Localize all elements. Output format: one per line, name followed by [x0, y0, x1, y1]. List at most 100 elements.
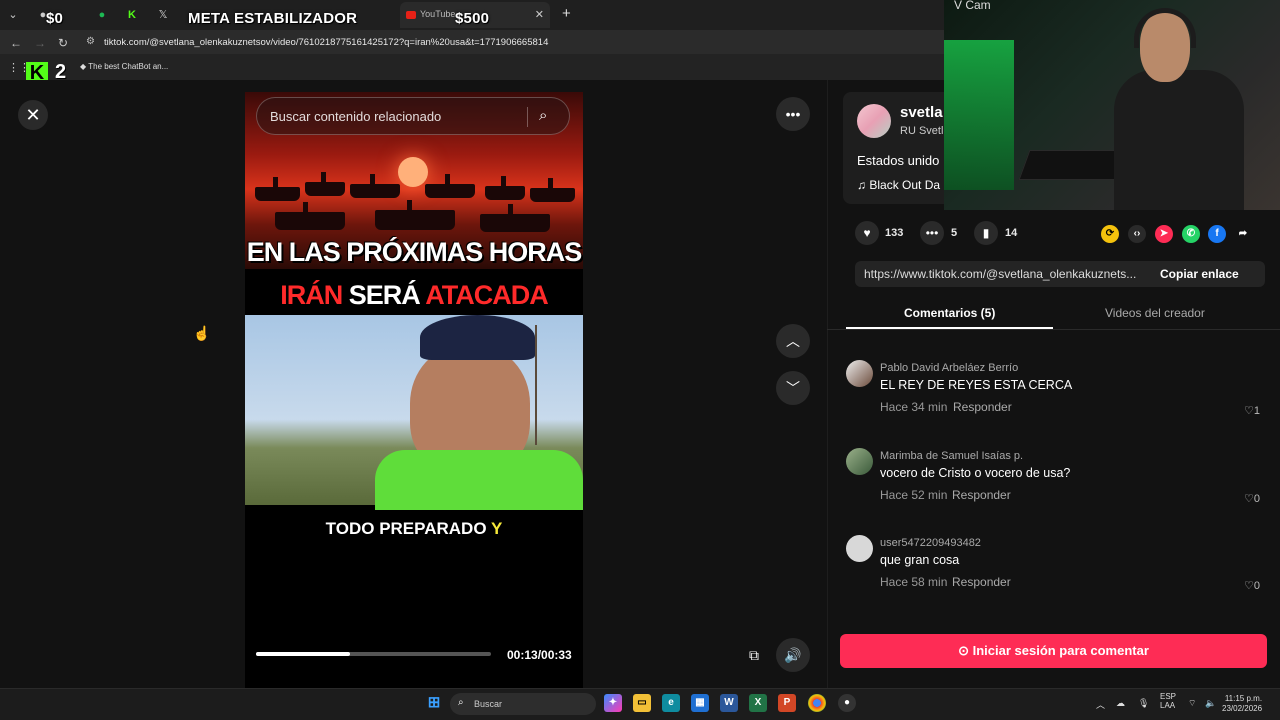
forward-icon[interactable]: → [34, 36, 46, 50]
video-progress-bar[interactable] [256, 652, 491, 656]
spotify-tab-icon[interactable]: ● [95, 8, 109, 22]
close-icon: ✕ [25, 105, 41, 125]
comment-like[interactable]: ♡0 [1244, 492, 1260, 505]
like-count: 133 [885, 227, 904, 239]
comment-user[interactable]: Pablo David Arbeláez Berrío [880, 362, 1018, 374]
video-player[interactable]: EN LAS PRÓXIMAS HORAS IRÁN SERÁ ATACADA … [245, 92, 583, 688]
volume-tray-icon[interactable]: 🔈 [1205, 698, 1216, 709]
close-video-button[interactable]: ✕ [18, 100, 48, 130]
send-to-friend-icon[interactable]: ➤ [1155, 225, 1173, 243]
video-description: Estados unido [857, 153, 940, 168]
bookmark-chatbot-label: The best ChatBot an... [88, 62, 169, 71]
language-indicator[interactable]: ESP LAA [1160, 692, 1176, 710]
windows-start-icon[interactable]: ⊞ [425, 694, 443, 712]
reply-button[interactable]: Responder [952, 575, 1011, 589]
ship-shape [375, 200, 455, 230]
login-to-comment-button[interactable]: ⊙ Iniciar sesión para comentar [840, 634, 1267, 668]
reply-button[interactable]: Responder [953, 400, 1012, 414]
app-icon[interactable]: ● [838, 694, 856, 712]
comment-count: 5 [951, 227, 958, 239]
video-speaker-scene [245, 315, 583, 510]
speaker-cap [420, 315, 535, 360]
related-search-bar[interactable]: Buscar contenido relacionado ⌕ [256, 97, 570, 135]
facebook-icon[interactable]: f [1208, 225, 1226, 243]
comment-avatar[interactable] [846, 535, 873, 562]
copy-link-button[interactable]: Copiar enlace [1160, 267, 1239, 281]
comment-avatar[interactable] [846, 360, 873, 387]
volume-button[interactable]: 🔊 [776, 638, 810, 672]
chevron-down-icon: ﹀ [786, 380, 800, 396]
author-avatar[interactable] [857, 104, 891, 138]
music-link[interactable]: ♫ Black Out Da [857, 178, 940, 192]
comment-like-count: 1 [1253, 405, 1260, 417]
headline-line-2: IRÁN SERÁ ATACADA [245, 280, 583, 311]
tab-creator-videos[interactable]: Videos del creador [1105, 306, 1205, 320]
comment-item: Marimba de Samuel Isaías p. vocero de Cr… [846, 448, 1266, 508]
mic-icon[interactable]: 🎙 [1138, 698, 1149, 709]
copilot-icon[interactable]: ✦ [604, 694, 622, 712]
comment-user[interactable]: Marimba de Samuel Isaías p. [880, 450, 1023, 462]
like-button[interactable]: ♥ [855, 221, 879, 245]
search-input[interactable]: Buscar contenido relacionado [270, 109, 441, 124]
more-dots-icon: ••• [785, 106, 801, 122]
reply-button[interactable]: Responder [952, 488, 1011, 502]
picture-in-picture-button[interactable]: ⧉ [737, 638, 771, 672]
pc-case-shape [944, 40, 1014, 190]
caption-main: TODO PREPARADO [325, 519, 487, 538]
store-icon[interactable]: ▦ [691, 694, 709, 712]
whatsapp-icon[interactable]: ✆ [1182, 225, 1200, 243]
video-progress-fill [256, 652, 350, 656]
save-button[interactable]: ▮ [974, 221, 998, 245]
next-video-button[interactable]: ﹀ [776, 371, 810, 405]
taskbar-clock[interactable]: 11:15 p.m. 23/02/2026 [1222, 694, 1262, 714]
kick-tab-icon[interactable]: K [125, 8, 139, 22]
previous-video-button[interactable]: ︿ [776, 324, 810, 358]
close-tab-icon[interactable]: ✕ [535, 8, 544, 21]
comment-user[interactable]: user5472209493482 [880, 537, 981, 549]
x-tab-icon[interactable]: 𝕏 [156, 8, 170, 22]
login-button-label: Iniciar sesión para comentar [972, 643, 1149, 658]
edge-icon[interactable]: e [662, 694, 680, 712]
headline-word-sera: SERÁ [348, 280, 421, 310]
tray-chevron-icon[interactable]: ︿ [1096, 698, 1105, 711]
comment-text: vocero de Cristo o vocero de usa? [880, 466, 1071, 480]
embed-code-icon[interactable]: ‹› [1128, 225, 1146, 243]
heart-outline-icon: ♡ [1244, 580, 1254, 592]
taskbar-search[interactable] [450, 693, 596, 715]
comment-button[interactable]: ••• [920, 221, 944, 245]
powerpoint-icon[interactable]: P [778, 694, 796, 712]
tab-menu-icon[interactable]: ⌄ [6, 8, 20, 22]
back-icon[interactable]: ← [10, 36, 22, 50]
comment-like[interactable]: ♡0 [1244, 579, 1260, 592]
overlay-money-right: $500 [455, 10, 490, 27]
bookmark-chatbot[interactable]: ◆ The best ChatBot an... [80, 62, 168, 71]
comment-avatar[interactable] [846, 448, 873, 475]
ship-shape [485, 176, 525, 200]
author-name[interactable]: svetla [900, 104, 943, 121]
search-icon[interactable]: ⌕ [539, 107, 547, 124]
more-options-button[interactable]: ••• [776, 97, 810, 131]
streamer-body [1114, 70, 1244, 210]
file-explorer-icon[interactable]: ▭ [633, 694, 651, 712]
search-icon: ⌕ [458, 697, 464, 708]
cloud-icon[interactable]: ☁ [1116, 698, 1125, 709]
heart-outline-icon: ♡ [1244, 405, 1254, 417]
ship-shape [305, 172, 345, 196]
chevron-up-icon: ︿ [786, 333, 800, 349]
new-tab-button[interactable]: + [562, 5, 571, 22]
word-icon[interactable]: W [720, 694, 738, 712]
tab-comments[interactable]: Comentarios (5) [904, 306, 995, 320]
excel-icon[interactable]: X [749, 694, 767, 712]
overlay-money-left: $0 [46, 10, 64, 27]
repost-icon[interactable]: ⟳ [1101, 225, 1119, 243]
clock-date: 23/02/2026 [1222, 704, 1263, 713]
comment-like[interactable]: ♡1 [1244, 404, 1260, 417]
reload-icon[interactable]: ↻ [58, 36, 68, 50]
share-arrow-icon[interactable]: ➦ [1234, 225, 1252, 243]
network-icon[interactable]: ⌔ [1188, 698, 1196, 709]
url-field[interactable]: tiktok.com/@svetlana_olenkakuznetsov/vid… [104, 37, 548, 48]
share-link-url[interactable]: https://www.tiktok.com/@svetlana_olenkak… [864, 267, 1146, 281]
comment-like-count: 0 [1253, 580, 1260, 592]
site-info-icon[interactable]: ⚙ [86, 36, 95, 47]
chrome-icon[interactable] [808, 694, 826, 712]
